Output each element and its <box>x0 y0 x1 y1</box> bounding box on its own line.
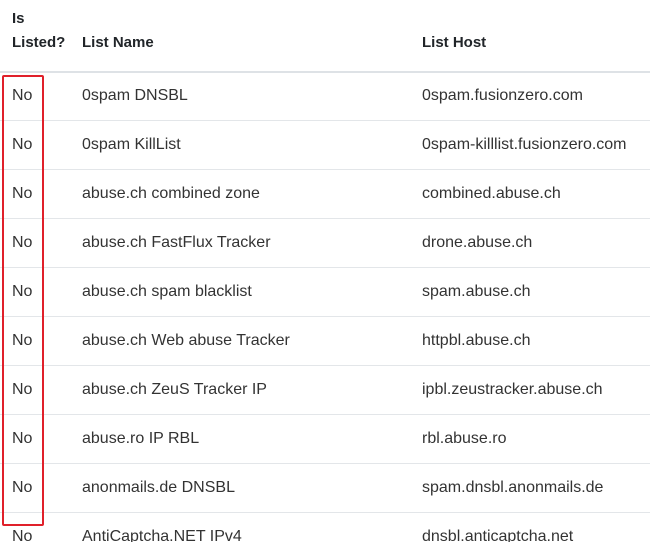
is-listed-cell: No <box>0 267 82 317</box>
list-host-cell: ipbl.zeustracker.abuse.ch <box>422 365 650 415</box>
is-listed-cell: No <box>0 218 82 268</box>
column-header-list-host-label: List Host <box>422 34 487 51</box>
list-host-cell: dnsbl.anticaptcha.net <box>422 512 650 542</box>
blacklist-table-container: Is Listed? List Name List Host No 0spam … <box>0 0 650 542</box>
table-header-row: Is Listed? List Name List Host <box>0 0 650 73</box>
is-listed-cell: No <box>0 463 82 513</box>
column-header-list-host[interactable]: List Host <box>422 0 650 73</box>
list-name-cell: 0spam KillList <box>82 120 422 170</box>
list-host-cell: 0spam-killlist.fusionzero.com <box>422 120 650 170</box>
list-name-cell: anonmails.de DNSBL <box>82 463 422 513</box>
table-row: No AntiCaptcha.NET IPv4 dnsbl.anticaptch… <box>0 512 650 542</box>
table-row: No 0spam DNSBL 0spam.fusionzero.com <box>0 72 650 121</box>
list-name-cell: 0spam DNSBL <box>82 72 422 121</box>
table-body: No 0spam DNSBL 0spam.fusionzero.com No 0… <box>0 72 650 542</box>
list-host-cell: drone.abuse.ch <box>422 218 650 268</box>
table-row: No 0spam KillList 0spam-killlist.fusionz… <box>0 120 650 170</box>
list-host-cell: 0spam.fusionzero.com <box>422 72 650 121</box>
is-listed-cell: No <box>0 169 82 219</box>
list-host-cell: spam.abuse.ch <box>422 267 650 317</box>
table-row: No abuse.ch Web abuse Tracker httpbl.abu… <box>0 316 650 366</box>
list-name-cell: AntiCaptcha.NET IPv4 <box>82 512 422 542</box>
list-name-cell: abuse.ch Web abuse Tracker <box>82 316 422 366</box>
table-row: No abuse.ro IP RBL rbl.abuse.ro <box>0 414 650 464</box>
table-row: No abuse.ch FastFlux Tracker drone.abuse… <box>0 218 650 268</box>
is-listed-cell: No <box>0 120 82 170</box>
table-row: No abuse.ch combined zone combined.abuse… <box>0 169 650 219</box>
is-listed-cell: No <box>0 512 82 542</box>
table-row: No abuse.ch spam blacklist spam.abuse.ch <box>0 267 650 317</box>
list-host-cell: spam.dnsbl.anonmails.de <box>422 463 650 513</box>
list-host-cell: httpbl.abuse.ch <box>422 316 650 366</box>
column-header-is-listed-line1: Is <box>12 10 25 27</box>
column-header-is-listed[interactable]: Is Listed? <box>0 0 82 73</box>
table-header: Is Listed? List Name List Host <box>0 0 650 73</box>
list-host-cell: rbl.abuse.ro <box>422 414 650 464</box>
list-name-cell: abuse.ch combined zone <box>82 169 422 219</box>
column-header-is-listed-label: Is Listed? <box>12 7 82 71</box>
list-name-cell: abuse.ro IP RBL <box>82 414 422 464</box>
list-host-cell: combined.abuse.ch <box>422 169 650 219</box>
list-name-cell: abuse.ch FastFlux Tracker <box>82 218 422 268</box>
table-row: No anonmails.de DNSBL spam.dnsbl.anonmai… <box>0 463 650 513</box>
column-header-is-listed-line2: Listed? <box>12 34 66 51</box>
column-header-list-name[interactable]: List Name <box>82 0 422 73</box>
column-header-list-name-label: List Name <box>82 34 154 51</box>
is-listed-cell: No <box>0 316 82 366</box>
blacklist-table: Is Listed? List Name List Host No 0spam … <box>0 0 650 542</box>
list-name-cell: abuse.ch ZeuS Tracker IP <box>82 365 422 415</box>
is-listed-cell: No <box>0 72 82 121</box>
table-row: No abuse.ch ZeuS Tracker IP ipbl.zeustra… <box>0 365 650 415</box>
is-listed-cell: No <box>0 414 82 464</box>
is-listed-cell: No <box>0 365 82 415</box>
list-name-cell: abuse.ch spam blacklist <box>82 267 422 317</box>
